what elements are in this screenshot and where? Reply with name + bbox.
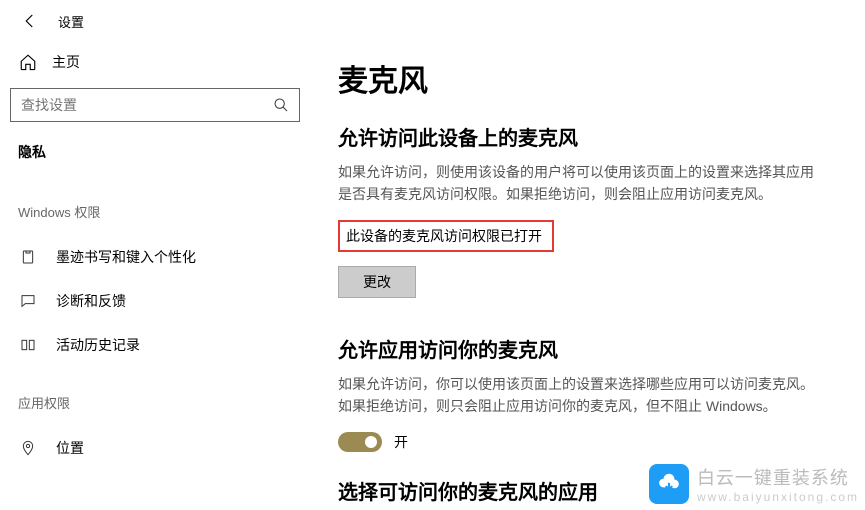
page-title: 麦克风 (338, 56, 825, 100)
section2-body: 如果允许访问，你可以使用该页面上的设置来选择哪些应用可以访问麦克风。如果拒绝访问… (338, 373, 825, 418)
search-box[interactable] (10, 88, 300, 122)
section-privacy: 隐私 (0, 138, 310, 176)
change-button[interactable]: 更改 (338, 266, 416, 298)
history-icon (18, 337, 38, 353)
sidebar-item-label: 活动历史记录 (56, 335, 140, 355)
toggle-row: 开 (338, 432, 825, 452)
window-header: 设置 (0, 0, 865, 42)
group-app-perm: 应用权限 (0, 367, 310, 426)
sidebar-item-label: 诊断和反馈 (56, 291, 126, 311)
header-title: 设置 (58, 12, 84, 31)
sidebar: 主页 隐私 Windows 权限 墨迹书写和键入个性化 诊断和反馈 活动历史记录… (0, 42, 310, 470)
home-label: 主页 (52, 52, 80, 72)
toggle-knob (365, 436, 377, 448)
sidebar-item-label: 墨迹书写和键入个性化 (56, 247, 196, 267)
home-icon (18, 53, 38, 71)
section1-heading: 允许访问此设备上的麦克风 (338, 122, 825, 151)
clipboard-icon (18, 249, 38, 265)
sidebar-item-diagnostics[interactable]: 诊断和反馈 (0, 279, 310, 323)
mic-access-status: 此设备的麦克风访问权限已打开 (338, 220, 554, 252)
sidebar-item-location[interactable]: 位置 (0, 426, 310, 470)
sidebar-item-activity[interactable]: 活动历史记录 (0, 323, 310, 367)
search-icon (273, 97, 289, 113)
feedback-icon (18, 293, 38, 309)
section2-heading: 允许应用访问你的麦克风 (338, 334, 825, 363)
main-content: 麦克风 允许访问此设备上的麦克风 如果允许访问，则使用该设备的用户将可以使用该页… (338, 56, 865, 505)
watermark-badge (649, 464, 689, 504)
section1-body: 如果允许访问，则使用该设备的用户将可以使用该页面上的设置来选择其应用是否具有麦克… (338, 161, 825, 206)
watermark-line1: 白云一键重装系统 (697, 464, 859, 490)
sidebar-item-label: 位置 (56, 438, 84, 458)
group-windows-perm: Windows 权限 (0, 176, 310, 235)
home-nav[interactable]: 主页 (0, 42, 310, 82)
search-input[interactable] (21, 97, 273, 113)
sidebar-item-inking[interactable]: 墨迹书写和键入个性化 (0, 235, 310, 279)
watermark: 白云一键重装系统 www.baiyunxitong.com (649, 464, 859, 504)
arrow-left-icon (21, 12, 39, 30)
back-button[interactable] (10, 1, 50, 41)
cloud-icon (656, 471, 682, 497)
watermark-line2: www.baiyunxitong.com (697, 490, 859, 504)
location-icon (18, 440, 38, 456)
toggle-label: 开 (394, 432, 408, 452)
mic-app-toggle[interactable] (338, 432, 382, 452)
